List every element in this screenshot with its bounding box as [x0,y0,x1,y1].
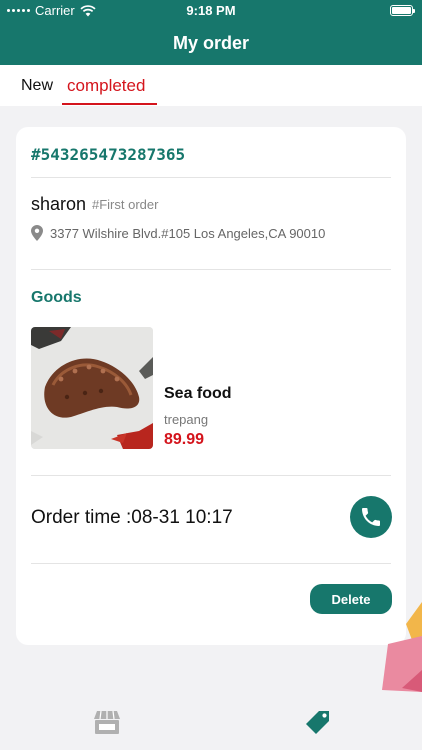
product-type: trepang [164,412,209,427]
order-number: #543265473287365 [31,145,186,164]
call-button[interactable] [350,496,392,538]
tab-completed[interactable]: completed [67,76,145,96]
page-title: My order [172,33,250,53]
product-name: Sea food [164,385,232,402]
tabbar-item-store[interactable] [93,709,121,735]
tab-new[interactable]: New [21,77,53,95]
order-tabs: New completed [0,65,422,106]
phone-icon [362,508,380,526]
divider [31,177,391,178]
sea-cucumber-image [31,327,153,449]
order-time: Order time :08-31 10:17 [31,507,233,528]
address-text: 3377 Wilshire Blvd.#105 Los Angeles,CA 9… [50,225,326,241]
divider [31,475,391,476]
location-pin-icon [31,225,43,241]
store-icon [94,710,120,734]
divider [31,269,391,270]
order-tag: #First order [92,197,159,212]
status-bar: Carrier 9:18 PM [0,0,422,22]
battery-icon [390,5,415,16]
product-image[interactable] [31,327,153,449]
address-row: 3377 Wilshire Blvd.#105 Los Angeles,CA 9… [31,225,325,241]
customer-name: sharon [31,194,87,214]
tabbar-item-orders[interactable] [304,709,332,735]
header: Carrier 9:18 PM My order [0,0,422,65]
goods-title: Goods [31,289,82,306]
tag-icon [306,711,329,734]
tab-active-indicator [62,103,157,105]
product-price: 89.99 [164,431,205,448]
decorative-shape [382,602,422,692]
order-card: #543265473287365 sharon #First order 337… [16,127,406,645]
divider [31,563,391,564]
status-time: 9:18 PM [186,3,236,18]
bottom-tab-bar [0,692,422,750]
delete-button[interactable]: Delete [310,584,392,614]
